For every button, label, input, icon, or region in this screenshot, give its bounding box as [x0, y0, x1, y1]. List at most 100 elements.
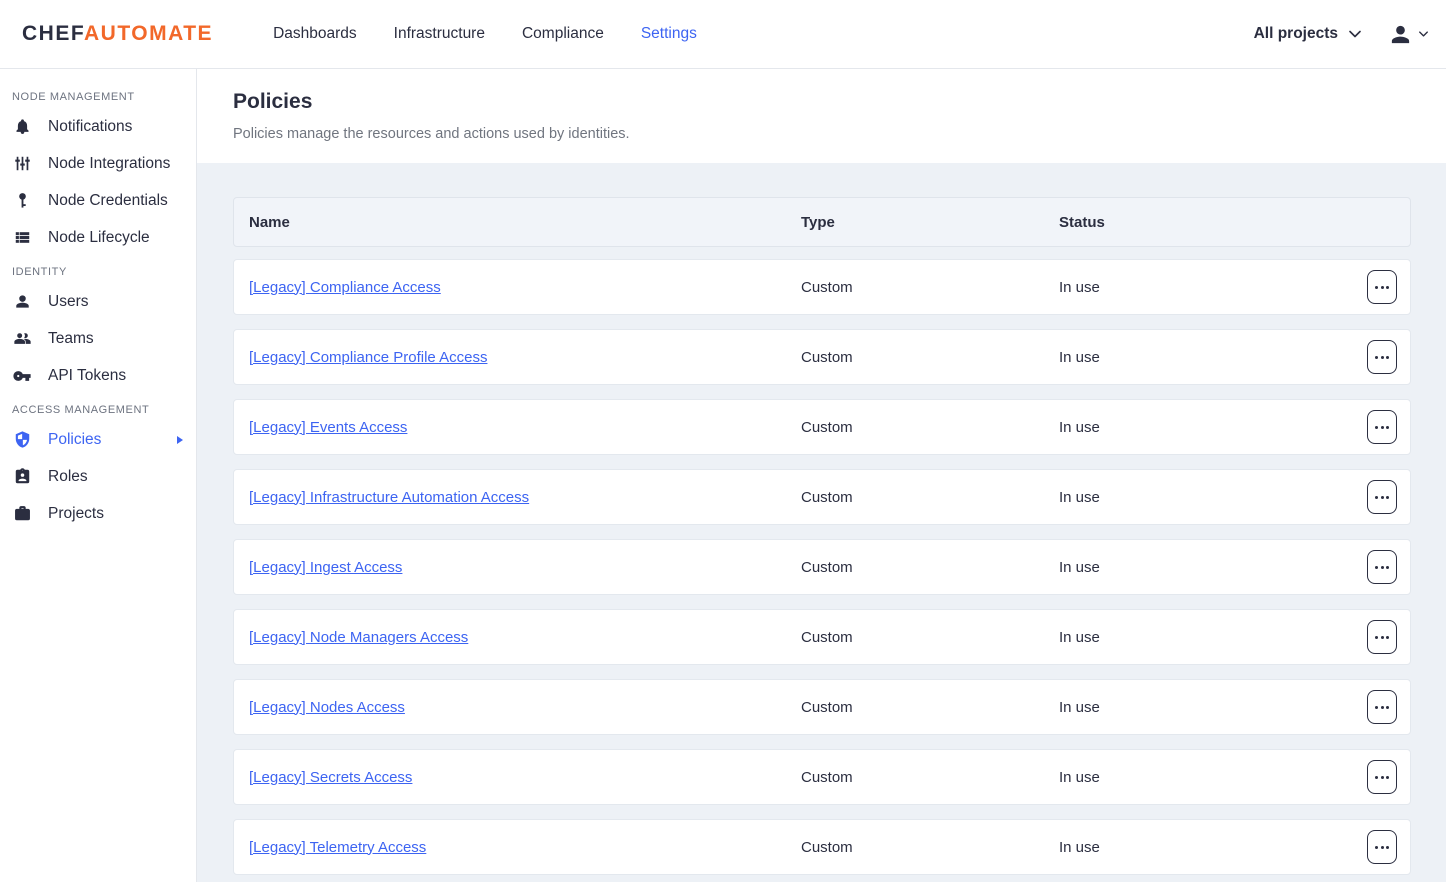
ellipsis-icon	[1375, 496, 1378, 499]
column-header-status: Status	[1059, 214, 1335, 231]
policy-name-link[interactable]: [Legacy] Compliance Access	[249, 279, 801, 296]
top-navigation-bar: CHEFAUTOMATE Dashboards Infrastructure C…	[0, 0, 1446, 69]
policy-type: Custom	[801, 769, 1059, 786]
column-header-type: Type	[801, 214, 1059, 231]
sidebar-item-node-integrations[interactable]: Node Integrations	[0, 145, 196, 182]
table-row: [Legacy] Ingest Access Custom In use	[233, 539, 1411, 595]
nav-compliance[interactable]: Compliance	[522, 25, 604, 43]
policy-name-link[interactable]: [Legacy] Node Managers Access	[249, 629, 801, 646]
policy-status: In use	[1059, 699, 1335, 716]
policy-status: In use	[1059, 279, 1335, 296]
nav-dashboards[interactable]: Dashboards	[273, 25, 357, 43]
more-actions-button[interactable]	[1367, 690, 1397, 724]
projects-filter-label: All projects	[1254, 25, 1338, 43]
policy-status: In use	[1059, 629, 1335, 646]
policy-name-link[interactable]: [Legacy] Nodes Access	[249, 699, 801, 716]
people-icon	[12, 329, 32, 349]
sidebar-item-users[interactable]: Users	[0, 283, 196, 320]
sidebar-item-label: API Tokens	[48, 367, 126, 385]
ellipsis-icon	[1375, 566, 1378, 569]
policy-type: Custom	[801, 279, 1059, 296]
policy-type: Custom	[801, 419, 1059, 436]
projects-filter-dropdown[interactable]: All projects	[1254, 25, 1361, 43]
sidebar-item-label: Users	[48, 293, 88, 311]
policy-name-link[interactable]: [Legacy] Infrastructure Automation Acces…	[249, 489, 801, 506]
sidebar-item-api-tokens[interactable]: API Tokens	[0, 357, 196, 394]
more-actions-button[interactable]	[1367, 550, 1397, 584]
topnav-right: All projects	[1254, 23, 1428, 46]
policy-status: In use	[1059, 349, 1335, 366]
sidebar-item-label: Notifications	[48, 118, 132, 136]
policy-type: Custom	[801, 629, 1059, 646]
ellipsis-icon	[1375, 426, 1378, 429]
table-row: [Legacy] Secrets Access Custom In use	[233, 749, 1411, 805]
shield-icon	[12, 430, 32, 450]
caret-right-icon	[177, 436, 183, 444]
table-row: [Legacy] Telemetry Access Custom In use	[233, 819, 1411, 875]
policy-name-link[interactable]: [Legacy] Ingest Access	[249, 559, 801, 576]
sidebar-item-notifications[interactable]: Notifications	[0, 108, 196, 145]
ellipsis-icon	[1375, 356, 1378, 359]
more-actions-button[interactable]	[1367, 480, 1397, 514]
key-vertical-icon	[12, 191, 32, 211]
policy-name-link[interactable]: [Legacy] Telemetry Access	[249, 839, 801, 856]
table-row: [Legacy] Compliance Profile Access Custo…	[233, 329, 1411, 385]
sidebar-item-roles[interactable]: Roles	[0, 458, 196, 495]
policy-type: Custom	[801, 349, 1059, 366]
badge-icon	[12, 467, 32, 487]
sidebar-item-node-credentials[interactable]: Node Credentials	[0, 182, 196, 219]
nav-infrastructure[interactable]: Infrastructure	[394, 25, 485, 43]
table-row: [Legacy] Compliance Access Custom In use	[233, 259, 1411, 315]
more-actions-button[interactable]	[1367, 270, 1397, 304]
page-description: Policies manage the resources and action…	[233, 126, 1410, 143]
main-nav: Dashboards Infrastructure Compliance Set…	[273, 25, 697, 43]
more-actions-button[interactable]	[1367, 830, 1397, 864]
policy-type: Custom	[801, 839, 1059, 856]
sidebar-section-title-identity: IDENTITY	[0, 256, 196, 283]
sidebar-item-policies[interactable]: Policies	[0, 421, 196, 458]
nav-settings[interactable]: Settings	[641, 25, 697, 43]
briefcase-icon	[12, 504, 32, 524]
table-row: [Legacy] Node Managers Access Custom In …	[233, 609, 1411, 665]
policy-type: Custom	[801, 699, 1059, 716]
more-actions-button[interactable]	[1367, 620, 1397, 654]
table-row: [Legacy] Events Access Custom In use	[233, 399, 1411, 455]
more-actions-button[interactable]	[1367, 410, 1397, 444]
chevron-down-icon	[1419, 31, 1428, 37]
logo-automate-text: AUTOMATE	[84, 22, 213, 45]
ellipsis-icon	[1375, 846, 1378, 849]
chevron-down-icon	[1349, 30, 1361, 38]
sidebar-section-title-access-management: ACCESS MANAGEMENT	[0, 394, 196, 421]
sidebar-item-label: Node Lifecycle	[48, 229, 150, 247]
person-icon	[12, 292, 32, 312]
policy-name-link[interactable]: [Legacy] Events Access	[249, 419, 801, 436]
settings-sidebar: NODE MANAGEMENT Notifications Node Integ…	[0, 69, 197, 882]
policy-status: In use	[1059, 489, 1335, 506]
ellipsis-icon	[1375, 776, 1378, 779]
ellipsis-icon	[1375, 286, 1378, 289]
policy-status: In use	[1059, 839, 1335, 856]
sidebar-item-label: Node Integrations	[48, 155, 170, 173]
sidebar-item-label: Node Credentials	[48, 192, 168, 210]
policy-name-link[interactable]: [Legacy] Compliance Profile Access	[249, 349, 801, 366]
chef-automate-logo[interactable]: CHEFAUTOMATE	[22, 22, 213, 46]
policy-name-link[interactable]: [Legacy] Secrets Access	[249, 769, 801, 786]
ellipsis-icon	[1375, 706, 1378, 709]
more-actions-button[interactable]	[1367, 760, 1397, 794]
logo-chef-text: CHEF	[22, 22, 84, 45]
sidebar-item-projects[interactable]: Projects	[0, 495, 196, 532]
main-content: Policies Policies manage the resources a…	[197, 69, 1446, 882]
page-title: Policies	[233, 90, 1410, 114]
table-row: [Legacy] Infrastructure Automation Acces…	[233, 469, 1411, 525]
policies-table-area: Name Type Status [Legacy] Compliance Acc…	[197, 163, 1446, 889]
list-icon	[12, 228, 32, 248]
policy-status: In use	[1059, 769, 1335, 786]
table-header: Name Type Status	[233, 197, 1411, 247]
policy-type: Custom	[801, 489, 1059, 506]
policy-status: In use	[1059, 559, 1335, 576]
ellipsis-icon	[1375, 636, 1378, 639]
sidebar-item-node-lifecycle[interactable]: Node Lifecycle	[0, 219, 196, 256]
sidebar-item-teams[interactable]: Teams	[0, 320, 196, 357]
user-menu[interactable]	[1389, 23, 1428, 46]
more-actions-button[interactable]	[1367, 340, 1397, 374]
